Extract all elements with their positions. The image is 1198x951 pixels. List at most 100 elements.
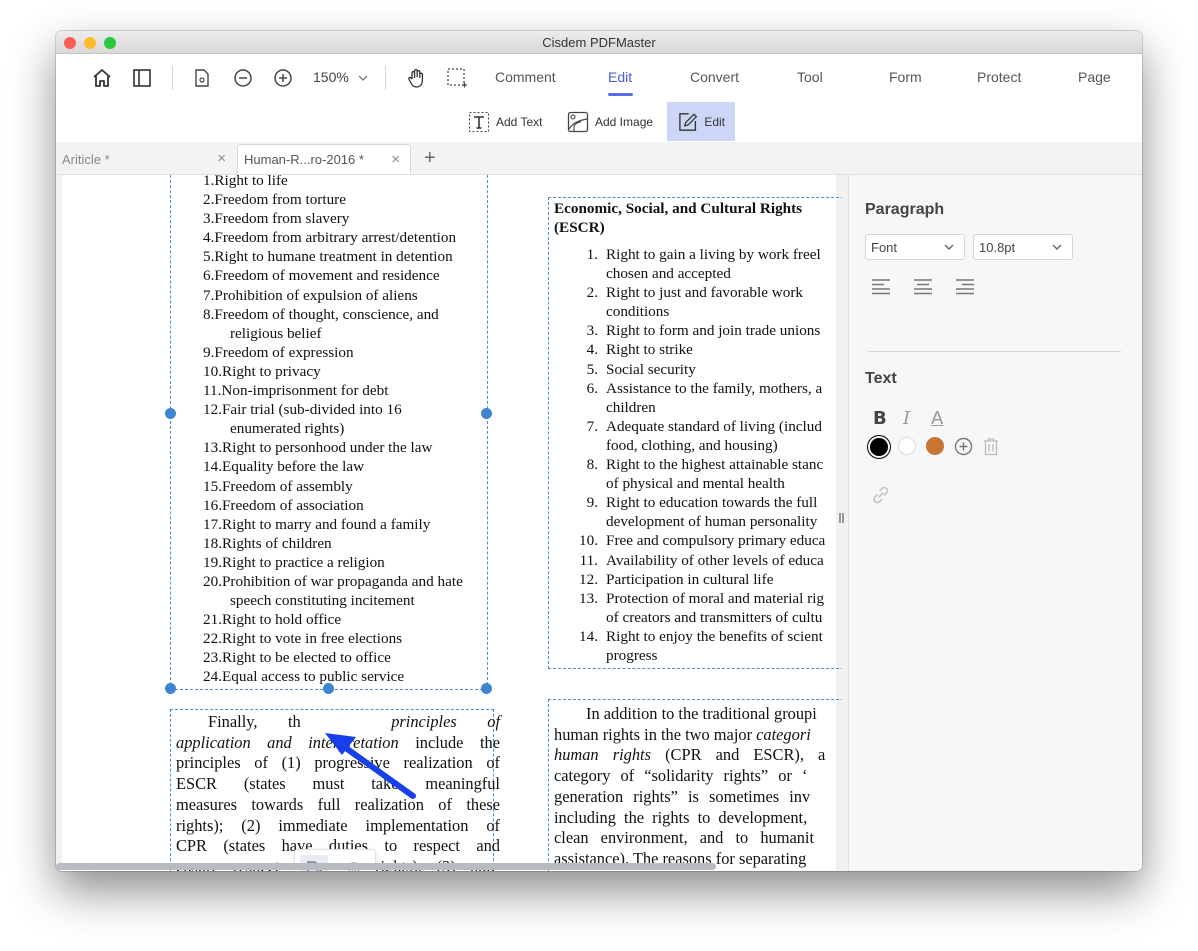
doc-tab-article[interactable]: Ariticle * × (56, 144, 236, 174)
doc-tab-human-rights[interactable]: Human-R...ro-2016 * × (237, 144, 411, 174)
tab-form[interactable]: Form (889, 69, 922, 85)
font-size-value: 10.8pt (979, 239, 1016, 255)
color-swatch-orange[interactable] (926, 437, 944, 455)
color-swatch-black[interactable] (870, 438, 888, 456)
align-center-button[interactable] (913, 277, 933, 297)
text-line: including the rights to development, (554, 807, 808, 827)
delete-color-button[interactable] (983, 437, 999, 461)
escr-list-item: 6. Assistance to the family, mothers, a (560, 379, 825, 398)
list-number (560, 646, 606, 665)
text-line: measures towards full realization of the… (176, 794, 500, 814)
chevron-down-icon (944, 244, 954, 250)
resize-handle[interactable] (481, 408, 492, 419)
resize-handle[interactable] (165, 408, 176, 419)
list-number: 4. (586, 341, 598, 359)
paragraph-principles: Finally, th principles of application an… (176, 712, 500, 871)
cpr-list-item: 7.Prohibition of expulsion of aliens (203, 286, 418, 304)
cpr-list-item: 13.Right to personhood under the law (203, 439, 433, 457)
list-number (560, 474, 606, 493)
font-size-select[interactable]: 10.8pt (973, 234, 1073, 260)
list-number: 11. (579, 551, 598, 569)
zoom-in-icon[interactable] (271, 66, 295, 90)
cpr-list-item: 5.Right to humane treatment in detention (203, 248, 453, 266)
list-text: chosen and accepted (606, 265, 731, 283)
escr-list-item: chosen and accepted (560, 264, 825, 283)
zoom-level-select[interactable]: 150% (313, 69, 369, 85)
tab-edit[interactable]: Edit (608, 69, 632, 85)
text-run: principles (391, 712, 457, 731)
document-tab-bar: Ariticle * × Human-R...ro-2016 * × + (56, 142, 1142, 175)
align-left-button[interactable] (871, 277, 891, 297)
list-number (560, 436, 606, 455)
text-run: interpretation (308, 732, 399, 752)
horizontal-scrollbar[interactable] (56, 863, 716, 870)
escr-list-item: 12. Participation in cultural life (560, 570, 825, 589)
list-text: Participation in cultural life (606, 570, 774, 588)
resize-handle[interactable] (481, 683, 492, 694)
active-tab-indicator (608, 93, 633, 96)
list-text: Right to enjoy the benefits of scient (606, 627, 823, 645)
font-select-value: Font (871, 239, 898, 255)
cpr-list-item: enumerated rights) (230, 420, 345, 438)
list-text: Adequate standard of living (includ (606, 417, 822, 435)
escr-list-item: children (560, 398, 825, 417)
escr-heading-line: (ESCR) (554, 219, 605, 236)
tab-tool[interactable]: Tool (797, 69, 823, 85)
page-settings-icon[interactable] (190, 66, 214, 90)
list-text: Right to form and join trade unions (606, 322, 821, 340)
cpr-list-item: 19.Right to practice a religion (203, 553, 385, 571)
italic-button[interactable]: I (903, 408, 910, 429)
resize-handle[interactable] (165, 683, 176, 694)
new-tab-icon[interactable]: + (424, 147, 436, 170)
cpr-list-item: 15.Freedom of assembly (203, 477, 353, 495)
cpr-list: 1.Right to life 2.Freedom from torture 3.F… (203, 175, 463, 687)
bold-button[interactable]: B (873, 408, 887, 429)
link-button[interactable] (871, 485, 891, 510)
escr-heading: Economic, Social, and Cultural Rights (E… (554, 199, 842, 237)
list-text: conditions (606, 303, 670, 321)
list-number (560, 302, 606, 321)
close-tab-icon[interactable]: × (391, 151, 400, 168)
tab-protect[interactable]: Protect (977, 69, 1021, 85)
marquee-select-icon[interactable] (445, 66, 469, 90)
escr-list-item: 5. Social security (560, 360, 825, 379)
escr-list-item: 9. Right to education towards the full (560, 493, 825, 512)
color-swatch-white[interactable] (898, 437, 916, 455)
cpr-list-item: speech constituting incitement (230, 592, 415, 610)
tab-comment[interactable]: Comment (495, 69, 556, 85)
text-line: human rights (CPR and ESCR), a (554, 745, 826, 765)
cpr-list-item: 16.Freedom of association (203, 496, 364, 514)
edit-pencil-icon (679, 112, 698, 131)
text-color-button[interactable]: A (931, 408, 943, 429)
escr-list-item: 13. Protection of moral and material rig (560, 589, 825, 608)
tab-page[interactable]: Page (1078, 69, 1111, 85)
list-number: 3. (586, 322, 598, 340)
close-tab-icon[interactable]: × (217, 150, 226, 167)
escr-list-item: 4. Right to strike (560, 340, 825, 359)
splitter-grip-icon[interactable] (839, 513, 845, 523)
list-text: development of human personality (606, 513, 818, 531)
font-select[interactable]: Font (865, 234, 965, 260)
escr-list-item: 8. Right to the highest attainable stanc (560, 455, 825, 474)
escr-list-item: 2. Right to just and favorable work (560, 283, 825, 302)
text-line: principles of (1) progressive realizatio… (176, 753, 500, 773)
add-image-button[interactable]: Add Image (557, 102, 663, 141)
add-color-button[interactable] (954, 437, 973, 461)
cpr-list-item: 22.Right to vote in free elections (203, 630, 403, 648)
sidebar-icon[interactable] (130, 66, 154, 90)
home-icon[interactable] (90, 66, 114, 90)
panel-divider (868, 351, 1121, 352)
cpr-list-item: 24.Equal access to public service (203, 668, 405, 686)
zoom-out-icon[interactable] (231, 66, 255, 90)
add-text-button[interactable]: Add Text (458, 102, 552, 141)
align-right-button[interactable] (955, 277, 975, 297)
escr-list-item: conditions (560, 302, 825, 321)
cpr-list-item: 2.Freedom from torture (203, 191, 346, 209)
list-text: Right to strike (606, 341, 693, 359)
tab-convert[interactable]: Convert (690, 69, 739, 85)
list-number: 7. (586, 417, 598, 435)
document-viewer[interactable]: 1.Right to life 2.Freedom from torture 3.F… (56, 175, 848, 871)
cpr-list-item: 9.Freedom of expression (203, 343, 354, 361)
edit-button[interactable]: Edit (667, 102, 735, 141)
hand-tool-icon[interactable] (405, 66, 429, 90)
